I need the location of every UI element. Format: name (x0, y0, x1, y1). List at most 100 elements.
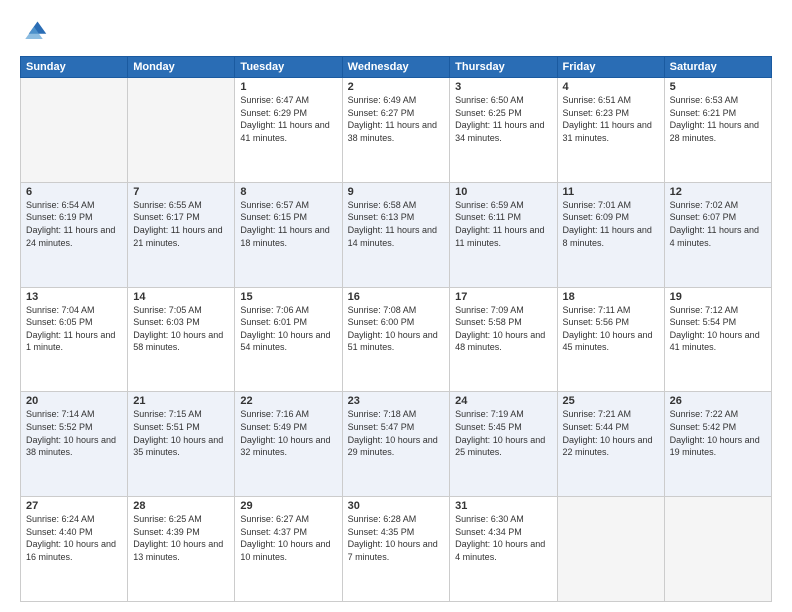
day-info: Sunrise: 7:02 AM Sunset: 6:07 PM Dayligh… (670, 199, 766, 249)
day-number: 22 (240, 395, 336, 407)
day-number: 13 (26, 291, 122, 303)
day-info: Sunrise: 6:50 AM Sunset: 6:25 PM Dayligh… (455, 94, 551, 144)
calendar-day-24: 24Sunrise: 7:19 AM Sunset: 5:45 PM Dayli… (450, 392, 557, 497)
column-header-sunday: Sunday (21, 57, 128, 78)
day-number: 29 (240, 500, 336, 512)
day-info: Sunrise: 7:01 AM Sunset: 6:09 PM Dayligh… (563, 199, 659, 249)
day-number: 21 (133, 395, 229, 407)
day-info: Sunrise: 6:59 AM Sunset: 6:11 PM Dayligh… (455, 199, 551, 249)
day-info: Sunrise: 7:09 AM Sunset: 5:58 PM Dayligh… (455, 304, 551, 354)
day-number: 25 (563, 395, 659, 407)
day-number: 16 (348, 291, 445, 303)
day-number: 6 (26, 186, 122, 198)
day-info: Sunrise: 6:28 AM Sunset: 4:35 PM Dayligh… (348, 513, 445, 563)
day-number: 14 (133, 291, 229, 303)
calendar-day-22: 22Sunrise: 7:16 AM Sunset: 5:49 PM Dayli… (235, 392, 342, 497)
calendar-day-10: 10Sunrise: 6:59 AM Sunset: 6:11 PM Dayli… (450, 182, 557, 287)
day-info: Sunrise: 6:58 AM Sunset: 6:13 PM Dayligh… (348, 199, 445, 249)
day-info: Sunrise: 7:14 AM Sunset: 5:52 PM Dayligh… (26, 408, 122, 458)
calendar-day-14: 14Sunrise: 7:05 AM Sunset: 6:03 PM Dayli… (128, 287, 235, 392)
day-number: 1 (240, 81, 336, 93)
day-info: Sunrise: 6:30 AM Sunset: 4:34 PM Dayligh… (455, 513, 551, 563)
day-info: Sunrise: 6:54 AM Sunset: 6:19 PM Dayligh… (26, 199, 122, 249)
day-info: Sunrise: 7:08 AM Sunset: 6:00 PM Dayligh… (348, 304, 445, 354)
calendar-week-row: 1Sunrise: 6:47 AM Sunset: 6:29 PM Daylig… (21, 78, 772, 183)
day-number: 9 (348, 186, 445, 198)
column-header-saturday: Saturday (664, 57, 771, 78)
calendar-day-26: 26Sunrise: 7:22 AM Sunset: 5:42 PM Dayli… (664, 392, 771, 497)
day-info: Sunrise: 7:19 AM Sunset: 5:45 PM Dayligh… (455, 408, 551, 458)
day-number: 31 (455, 500, 551, 512)
calendar-day-empty (664, 497, 771, 602)
calendar-day-15: 15Sunrise: 7:06 AM Sunset: 6:01 PM Dayli… (235, 287, 342, 392)
day-number: 23 (348, 395, 445, 407)
calendar-week-row: 6Sunrise: 6:54 AM Sunset: 6:19 PM Daylig… (21, 182, 772, 287)
day-number: 12 (670, 186, 766, 198)
calendar-table: SundayMondayTuesdayWednesdayThursdayFrid… (20, 56, 772, 602)
calendar-day-7: 7Sunrise: 6:55 AM Sunset: 6:17 PM Daylig… (128, 182, 235, 287)
column-header-friday: Friday (557, 57, 664, 78)
day-number: 7 (133, 186, 229, 198)
column-header-thursday: Thursday (450, 57, 557, 78)
column-header-monday: Monday (128, 57, 235, 78)
calendar-day-18: 18Sunrise: 7:11 AM Sunset: 5:56 PM Dayli… (557, 287, 664, 392)
day-number: 2 (348, 81, 445, 93)
calendar-day-9: 9Sunrise: 6:58 AM Sunset: 6:13 PM Daylig… (342, 182, 450, 287)
day-number: 28 (133, 500, 229, 512)
day-info: Sunrise: 6:27 AM Sunset: 4:37 PM Dayligh… (240, 513, 336, 563)
day-number: 15 (240, 291, 336, 303)
logo (20, 18, 52, 46)
day-number: 30 (348, 500, 445, 512)
calendar-day-12: 12Sunrise: 7:02 AM Sunset: 6:07 PM Dayli… (664, 182, 771, 287)
calendar-header-row: SundayMondayTuesdayWednesdayThursdayFrid… (21, 57, 772, 78)
day-number: 8 (240, 186, 336, 198)
calendar-day-6: 6Sunrise: 6:54 AM Sunset: 6:19 PM Daylig… (21, 182, 128, 287)
calendar-day-28: 28Sunrise: 6:25 AM Sunset: 4:39 PM Dayli… (128, 497, 235, 602)
day-info: Sunrise: 6:55 AM Sunset: 6:17 PM Dayligh… (133, 199, 229, 249)
calendar-day-21: 21Sunrise: 7:15 AM Sunset: 5:51 PM Dayli… (128, 392, 235, 497)
day-info: Sunrise: 7:15 AM Sunset: 5:51 PM Dayligh… (133, 408, 229, 458)
calendar-day-2: 2Sunrise: 6:49 AM Sunset: 6:27 PM Daylig… (342, 78, 450, 183)
day-number: 11 (563, 186, 659, 198)
day-info: Sunrise: 6:49 AM Sunset: 6:27 PM Dayligh… (348, 94, 445, 144)
day-info: Sunrise: 6:53 AM Sunset: 6:21 PM Dayligh… (670, 94, 766, 144)
day-info: Sunrise: 7:12 AM Sunset: 5:54 PM Dayligh… (670, 304, 766, 354)
calendar-day-31: 31Sunrise: 6:30 AM Sunset: 4:34 PM Dayli… (450, 497, 557, 602)
calendar-week-row: 20Sunrise: 7:14 AM Sunset: 5:52 PM Dayli… (21, 392, 772, 497)
calendar-day-4: 4Sunrise: 6:51 AM Sunset: 6:23 PM Daylig… (557, 78, 664, 183)
calendar-day-16: 16Sunrise: 7:08 AM Sunset: 6:00 PM Dayli… (342, 287, 450, 392)
calendar-day-empty (557, 497, 664, 602)
day-info: Sunrise: 7:04 AM Sunset: 6:05 PM Dayligh… (26, 304, 122, 354)
calendar-day-17: 17Sunrise: 7:09 AM Sunset: 5:58 PM Dayli… (450, 287, 557, 392)
header (20, 18, 772, 46)
day-info: Sunrise: 6:25 AM Sunset: 4:39 PM Dayligh… (133, 513, 229, 563)
day-info: Sunrise: 7:05 AM Sunset: 6:03 PM Dayligh… (133, 304, 229, 354)
calendar-day-20: 20Sunrise: 7:14 AM Sunset: 5:52 PM Dayli… (21, 392, 128, 497)
calendar-day-8: 8Sunrise: 6:57 AM Sunset: 6:15 PM Daylig… (235, 182, 342, 287)
day-number: 24 (455, 395, 551, 407)
calendar-week-row: 13Sunrise: 7:04 AM Sunset: 6:05 PM Dayli… (21, 287, 772, 392)
column-header-tuesday: Tuesday (235, 57, 342, 78)
day-info: Sunrise: 6:57 AM Sunset: 6:15 PM Dayligh… (240, 199, 336, 249)
day-number: 3 (455, 81, 551, 93)
day-info: Sunrise: 7:16 AM Sunset: 5:49 PM Dayligh… (240, 408, 336, 458)
calendar-day-empty (21, 78, 128, 183)
calendar-day-1: 1Sunrise: 6:47 AM Sunset: 6:29 PM Daylig… (235, 78, 342, 183)
day-number: 20 (26, 395, 122, 407)
calendar-day-11: 11Sunrise: 7:01 AM Sunset: 6:09 PM Dayli… (557, 182, 664, 287)
calendar-day-27: 27Sunrise: 6:24 AM Sunset: 4:40 PM Dayli… (21, 497, 128, 602)
day-number: 18 (563, 291, 659, 303)
calendar-day-25: 25Sunrise: 7:21 AM Sunset: 5:44 PM Dayli… (557, 392, 664, 497)
day-number: 26 (670, 395, 766, 407)
day-info: Sunrise: 6:24 AM Sunset: 4:40 PM Dayligh… (26, 513, 122, 563)
day-number: 17 (455, 291, 551, 303)
calendar-day-5: 5Sunrise: 6:53 AM Sunset: 6:21 PM Daylig… (664, 78, 771, 183)
calendar-day-19: 19Sunrise: 7:12 AM Sunset: 5:54 PM Dayli… (664, 287, 771, 392)
day-info: Sunrise: 7:21 AM Sunset: 5:44 PM Dayligh… (563, 408, 659, 458)
column-header-wednesday: Wednesday (342, 57, 450, 78)
calendar-day-29: 29Sunrise: 6:27 AM Sunset: 4:37 PM Dayli… (235, 497, 342, 602)
day-info: Sunrise: 7:18 AM Sunset: 5:47 PM Dayligh… (348, 408, 445, 458)
calendar-day-3: 3Sunrise: 6:50 AM Sunset: 6:25 PM Daylig… (450, 78, 557, 183)
day-number: 27 (26, 500, 122, 512)
day-number: 19 (670, 291, 766, 303)
